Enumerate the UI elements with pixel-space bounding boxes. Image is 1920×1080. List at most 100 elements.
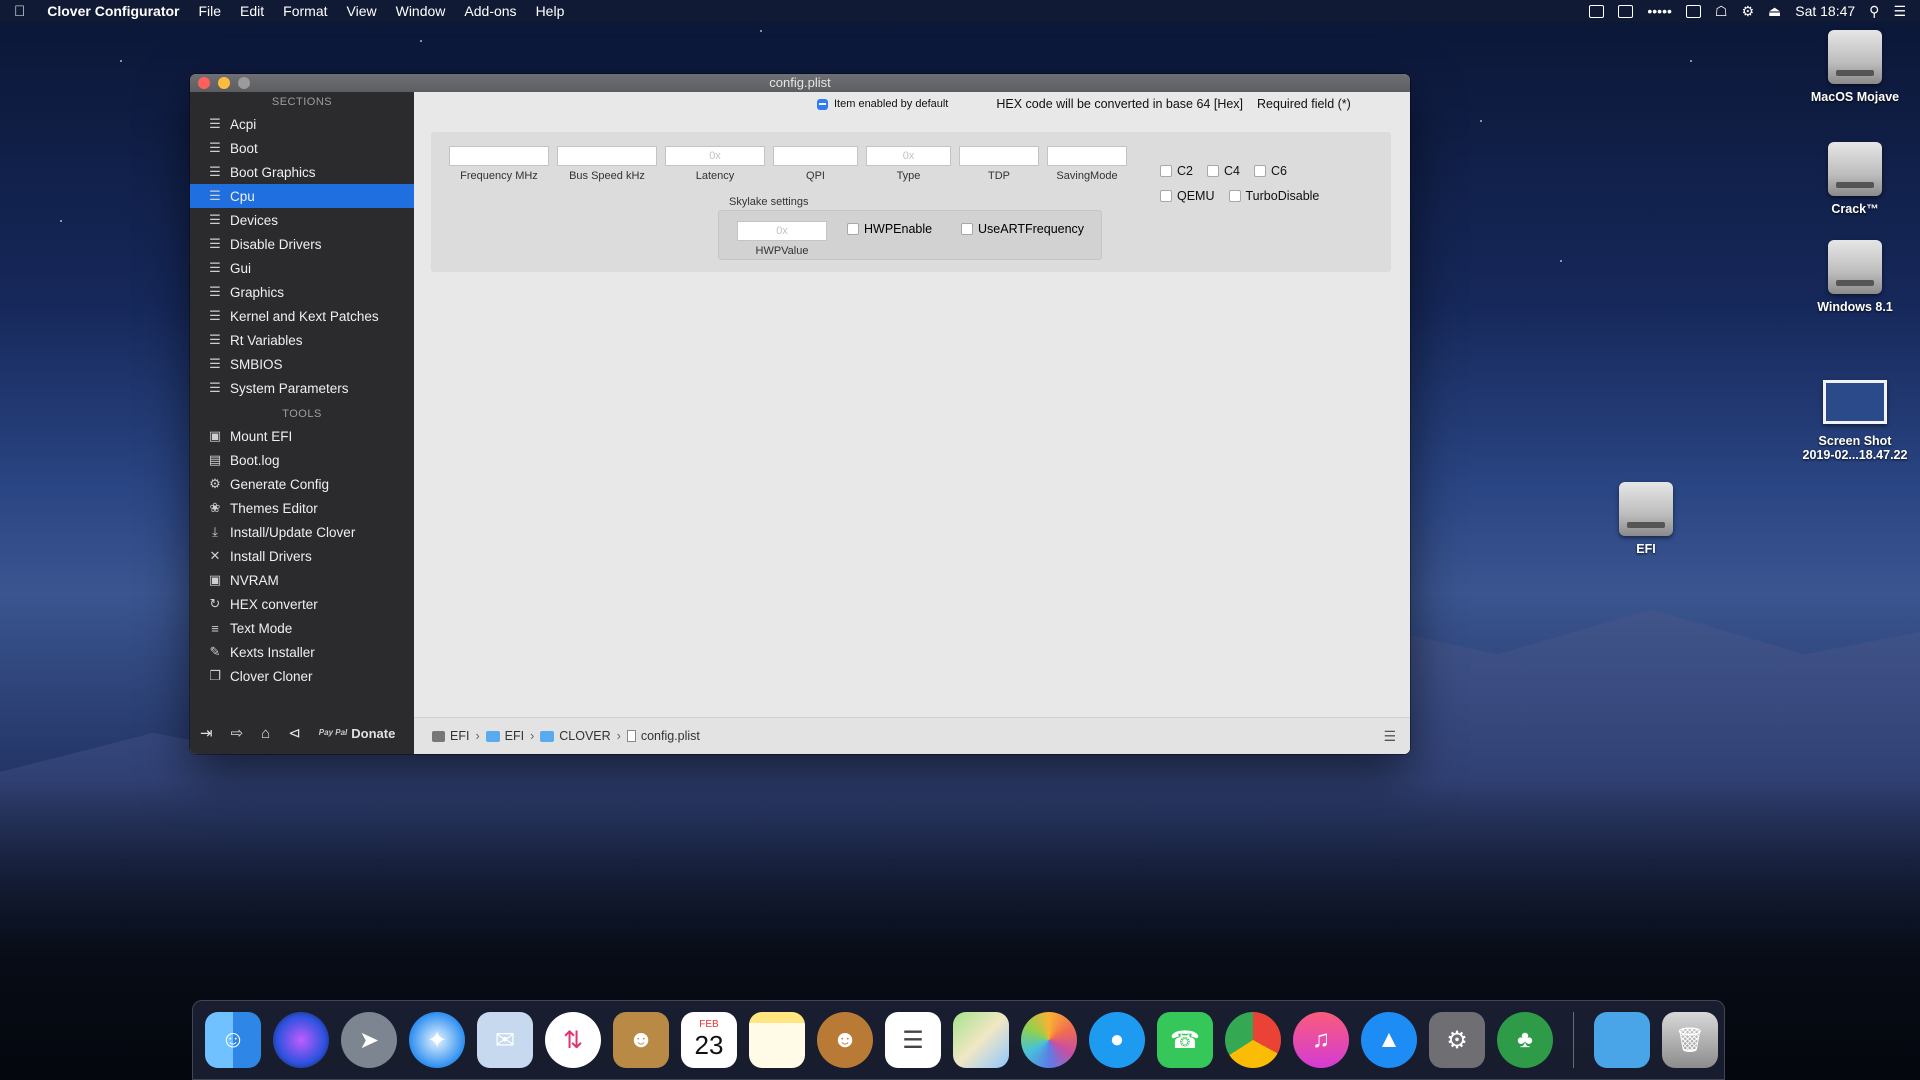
battery-icon[interactable] bbox=[1685, 4, 1701, 18]
menu-add-ons[interactable]: Add-ons bbox=[464, 3, 516, 19]
transmit-icon[interactable]: ⇅ bbox=[545, 1012, 601, 1068]
checkbox-box[interactable] bbox=[1160, 189, 1172, 202]
siri-icon[interactable] bbox=[273, 1012, 329, 1068]
shield-icon[interactable]: ☖ bbox=[1715, 3, 1728, 20]
frequency-mhz-input[interactable] bbox=[449, 146, 549, 166]
menu-edit[interactable]: Edit bbox=[240, 3, 264, 19]
menu-help[interactable]: Help bbox=[536, 3, 565, 19]
sidebar-item-disable-drivers[interactable]: ☰ Disable Drivers bbox=[190, 232, 414, 256]
sidebar-tool-install-drivers[interactable]: ✕ Install Drivers bbox=[190, 544, 414, 568]
use-art-frequency-checkbox[interactable]: UseARTFrequency bbox=[961, 222, 1084, 236]
sidebar-tool-boot-log[interactable]: ▤ Boot.log bbox=[190, 448, 414, 472]
path-segment[interactable]: config.plist bbox=[641, 729, 700, 743]
sidebar-tool-clover-cloner[interactable]: ❐ Clover Cloner bbox=[190, 664, 414, 688]
saving-mode-input[interactable] bbox=[1047, 146, 1127, 166]
sidebar-item-smbios[interactable]: ☰ SMBIOS bbox=[190, 352, 414, 376]
sidebar-tool-generate-config[interactable]: ⚙ Generate Config bbox=[190, 472, 414, 496]
sidebar-tool-themes-editor[interactable]: ❀ Themes Editor bbox=[190, 496, 414, 520]
maps-icon[interactable] bbox=[953, 1012, 1009, 1068]
hamburger-menu-icon[interactable]: ☰ bbox=[1383, 728, 1396, 745]
qemu-checkbox[interactable]: QEMU bbox=[1160, 189, 1215, 203]
desktop-icon-macos-mojave[interactable]: MacOS Mojave bbox=[1800, 30, 1910, 104]
desktop-icon-efi[interactable]: EFI bbox=[1591, 482, 1701, 556]
menu-file[interactable]: File bbox=[198, 3, 221, 19]
messages-icon[interactable]: ● bbox=[1089, 1012, 1145, 1068]
checkbox-box[interactable] bbox=[1253, 164, 1266, 177]
reminders-icon[interactable]: ☰ bbox=[885, 1012, 941, 1068]
search-icon[interactable]: ⚲ bbox=[1869, 3, 1879, 20]
sidebar-item-rt-variables[interactable]: ☰ Rt Variables bbox=[190, 328, 414, 352]
menu-view[interactable]: View bbox=[347, 3, 377, 19]
mail-icon[interactable]: ✉ bbox=[477, 1012, 533, 1068]
desktop-icon-screenshot[interactable]: Screen Shot 2019-02...18.47.22 bbox=[1800, 372, 1910, 462]
path-segment[interactable]: EFI bbox=[505, 729, 524, 743]
photos-icon[interactable] bbox=[1021, 1012, 1077, 1068]
share-icon[interactable]: ⊲ bbox=[288, 724, 301, 742]
chrome-icon[interactable] bbox=[1225, 1012, 1281, 1068]
checkbox-box[interactable] bbox=[847, 223, 859, 235]
zoom-button[interactable] bbox=[238, 77, 250, 89]
sidebar-item-boot-graphics[interactable]: ☰ Boot Graphics bbox=[190, 160, 414, 184]
checkbox-box[interactable] bbox=[1228, 189, 1241, 202]
item-enabled-checkbox[interactable] bbox=[817, 98, 828, 110]
display-icon[interactable] bbox=[1618, 4, 1634, 18]
clover-configurator-icon[interactable]: ♣ bbox=[1497, 1012, 1553, 1068]
notes-icon[interactable] bbox=[749, 1012, 805, 1068]
hwp-value-input[interactable]: 0x bbox=[737, 221, 827, 241]
menu-format[interactable]: Format bbox=[283, 3, 327, 19]
path-segment[interactable]: CLOVER bbox=[559, 729, 610, 743]
qpi-input[interactable] bbox=[773, 146, 858, 166]
home-icon[interactable]: ⌂ bbox=[261, 725, 270, 742]
app-store-icon[interactable]: ▲ bbox=[1361, 1012, 1417, 1068]
checklist-icon[interactable] bbox=[1589, 4, 1605, 18]
c4-checkbox[interactable]: C4 bbox=[1206, 164, 1240, 178]
sidebar-item-gui[interactable]: ☰ Gui bbox=[190, 256, 414, 280]
system-preferences-icon[interactable]: ⚙ bbox=[1429, 1012, 1485, 1068]
export-icon[interactable]: ⇨ bbox=[231, 724, 244, 742]
sidebar-item-cpu[interactable]: ☰ Cpu bbox=[190, 184, 414, 208]
type-input[interactable]: 0x bbox=[866, 146, 951, 166]
sidebar-tool-mount-efi[interactable]: ▣ Mount EFI bbox=[190, 424, 414, 448]
sidebar-tool-text-mode[interactable]: ≡ Text Mode bbox=[190, 616, 414, 640]
donate-button[interactable]: Pay Pal Donate bbox=[319, 726, 396, 741]
gear-icon[interactable]: ⚙ bbox=[1741, 3, 1754, 20]
launchpad-icon[interactable]: ➤ bbox=[341, 1012, 397, 1068]
tdp-input[interactable] bbox=[959, 146, 1039, 166]
facetime-icon[interactable]: ☎ bbox=[1157, 1012, 1213, 1068]
sidebar-item-devices[interactable]: ☰ Devices bbox=[190, 208, 414, 232]
eject-icon[interactable]: ⏏ bbox=[1768, 3, 1781, 20]
apple-menu-icon[interactable]:  bbox=[14, 3, 25, 20]
notification-center-icon[interactable]: ☰ bbox=[1893, 3, 1906, 20]
tunnelbear-icon[interactable]: ☻ bbox=[817, 1012, 873, 1068]
dots-status[interactable]: ••••• bbox=[1647, 3, 1672, 19]
checkbox-box[interactable] bbox=[1206, 164, 1219, 177]
hwp-enable-checkbox[interactable]: HWPEnable bbox=[847, 222, 932, 236]
sidebar-item-system-parameters[interactable]: ☰ System Parameters bbox=[190, 376, 414, 400]
sidebar-tool-kexts-installer[interactable]: ✎ Kexts Installer bbox=[190, 640, 414, 664]
itunes-icon[interactable]: ♫ bbox=[1293, 1012, 1349, 1068]
close-button[interactable] bbox=[198, 77, 210, 89]
contacts-icon[interactable]: ☻ bbox=[613, 1012, 669, 1068]
c6-checkbox[interactable]: C6 bbox=[1253, 164, 1287, 178]
latency-input[interactable]: 0x bbox=[665, 146, 765, 166]
menu-clock[interactable]: Sat 18:47 bbox=[1795, 3, 1855, 19]
turbo-disable-checkbox[interactable]: TurboDisable bbox=[1228, 189, 1319, 203]
sidebar-tool-nvram[interactable]: ▣ NVRAM bbox=[190, 568, 414, 592]
c2-checkbox[interactable]: C2 bbox=[1160, 164, 1193, 178]
window-titlebar[interactable]: config.plist bbox=[190, 74, 1410, 92]
minimize-button[interactable] bbox=[218, 77, 230, 89]
sidebar-item-graphics[interactable]: ☰ Graphics bbox=[190, 280, 414, 304]
safari-icon[interactable]: ✦ bbox=[409, 1012, 465, 1068]
sidebar-item-boot[interactable]: ☰ Boot bbox=[190, 136, 414, 160]
bus-speed-input[interactable] bbox=[557, 146, 657, 166]
sidebar-item-acpi[interactable]: ☰ Acpi bbox=[190, 112, 414, 136]
desktop-icon-windows[interactable]: Windows 8.1 bbox=[1800, 240, 1910, 314]
checkbox-box[interactable] bbox=[961, 223, 973, 235]
menu-window[interactable]: Window bbox=[396, 3, 446, 19]
trash-icon[interactable]: 🗑 bbox=[1662, 1012, 1718, 1068]
finder-icon[interactable]: ☺ bbox=[205, 1012, 261, 1068]
downloads-folder-icon[interactable] bbox=[1594, 1012, 1650, 1068]
desktop-icon-crack[interactable]: Crack™ bbox=[1800, 142, 1910, 216]
calendar-icon[interactable]: FEB 23 bbox=[681, 1012, 737, 1068]
sidebar-item-kernel-kext-patches[interactable]: ☰ Kernel and Kext Patches bbox=[190, 304, 414, 328]
